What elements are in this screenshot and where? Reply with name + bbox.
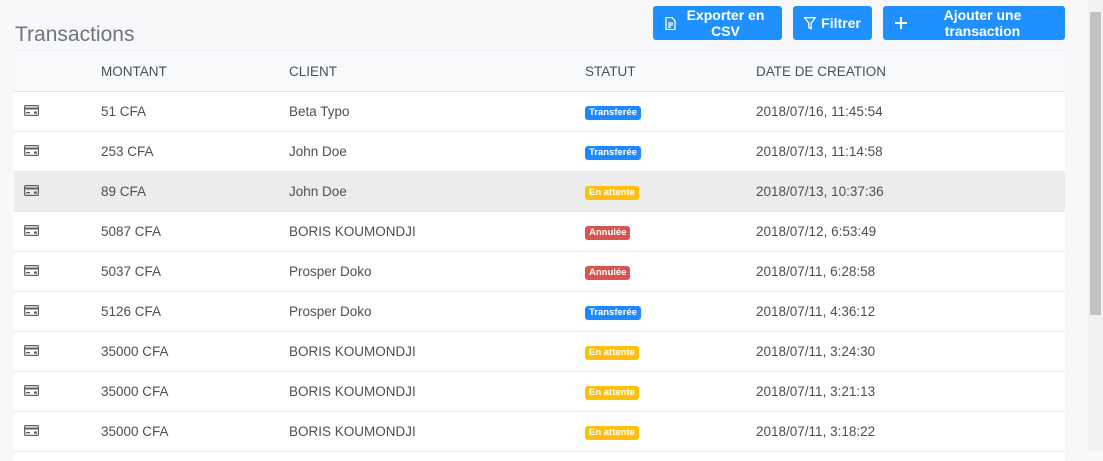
cell-client: Prosper Doko (289, 264, 372, 279)
table-row[interactable]: 89 CFA John Doe En attente 2018/07/13, 10:3… (14, 172, 1065, 212)
cell-client: BORIS KOUMONDJI (289, 384, 416, 399)
export-csv-label: Exporter en CSV (686, 7, 765, 39)
credit-card-icon (24, 384, 40, 399)
table-row[interactable]: 5126 CFA Prosper Doko Transferée 2018/07/11… (14, 292, 1065, 332)
cell-client: John Doe (289, 184, 347, 199)
page-title: Transactions (15, 23, 135, 47)
header-montant[interactable]: MONTANT (101, 64, 289, 79)
filter-icon (804, 16, 817, 30)
table-row[interactable]: 35000 CFA BORIS KOUMONDJI En attente 2018/0… (14, 372, 1065, 412)
cell-amount: 89 CFA (101, 184, 147, 199)
cell-client: BORIS KOUMONDJI (289, 344, 416, 359)
cell-date: 2018/07/13, 10:37:36 (756, 184, 884, 199)
cell-date: 2018/07/16, 11:45:54 (756, 104, 883, 119)
scrollbar[interactable] (1088, 0, 1103, 451)
add-transaction-button[interactable]: Ajouter une transaction (883, 6, 1065, 40)
cell-amount: 35000 CFA (101, 384, 169, 399)
status-badge: En attente (585, 386, 639, 400)
status-badge: En attente (585, 346, 639, 360)
credit-card-icon (24, 264, 40, 279)
plus-icon (895, 17, 907, 29)
cell-date: 2018/07/13, 11:14:58 (756, 144, 883, 159)
credit-card-icon (24, 344, 40, 359)
table-row[interactable]: 51 CFA Beta Typo Transferée 2018/07/16, 11:… (14, 92, 1065, 132)
cell-amount: 35000 CFA (101, 344, 169, 359)
table-header: MONTANT CLIENT STATUT DATE DE CREATION (14, 51, 1065, 92)
cell-amount: 5087 CFA (101, 224, 162, 239)
cell-date: 2018/07/11, 3:18:22 (756, 424, 876, 439)
credit-card-icon (24, 424, 40, 439)
table-row[interactable]: 35000 CFA BORIS KOUMONDJI En attente 2018/0… (14, 332, 1065, 372)
header-statut[interactable]: STATUT (585, 64, 756, 79)
cell-client: Beta Typo (289, 104, 350, 119)
credit-card-icon (24, 304, 40, 319)
credit-card-icon (24, 184, 40, 199)
filter-button[interactable]: Filtrer (793, 6, 872, 40)
add-transaction-label: Ajouter une transaction (943, 7, 1022, 39)
cell-client: BORIS KOUMONDJI (289, 224, 416, 239)
cell-date: 2018/07/11, 3:21:13 (756, 384, 876, 399)
cell-client: Prosper Doko (289, 304, 372, 319)
transactions-table: MONTANT CLIENT STATUT DATE DE CREATION 5… (14, 50, 1065, 461)
cell-date: 2018/07/11, 4:36:12 (756, 304, 876, 319)
table-row[interactable]: 5087 CFA BORIS KOUMONDJI Annulée 2018/07/12… (14, 212, 1065, 252)
table-row[interactable]: 5037 CFA Prosper Doko Annulée 2018/07/11, 6… (14, 252, 1065, 292)
cell-client: John Doe (289, 144, 347, 159)
status-badge: Transferée (585, 306, 642, 320)
cell-date: 2018/07/11, 3:24:30 (756, 344, 876, 359)
table-row[interactable]: 35000 CFA BORIS KOUMONDJI En attente 2018/0… (14, 412, 1065, 452)
status-badge: Annulée (585, 226, 631, 240)
cell-amount: 35000 CFA (101, 424, 169, 439)
cell-date: 2018/07/12, 6:53:49 (756, 224, 877, 239)
cell-amount: 5037 CFA (101, 264, 162, 279)
header-client[interactable]: CLIENT (289, 64, 585, 79)
cell-amount: 51 CFA (101, 104, 147, 119)
table-body: 51 CFA Beta Typo Transferée 2018/07/16, 11:… (14, 92, 1065, 452)
credit-card-icon (24, 144, 40, 159)
credit-card-icon (24, 104, 40, 119)
credit-card-icon (24, 224, 40, 239)
filter-label: Filtrer (821, 15, 861, 31)
status-badge: Transferée (585, 106, 642, 120)
status-badge: Transferée (585, 146, 642, 160)
status-badge: Annulée (585, 266, 631, 280)
table-row[interactable]: 253 CFA John Doe Transferée 2018/07/13, 11:… (14, 132, 1065, 172)
cell-date: 2018/07/11, 6:28:58 (756, 264, 876, 279)
cell-amount: 253 CFA (101, 144, 154, 159)
cell-client: BORIS KOUMONDJI (289, 424, 416, 439)
export-csv-button[interactable]: Exporter en CSV (653, 6, 782, 40)
scrollbar-thumb[interactable] (1090, 12, 1101, 315)
cell-amount: 5126 CFA (101, 304, 162, 319)
file-icon (665, 16, 676, 30)
header-date[interactable]: DATE DE CREATION (756, 64, 1065, 79)
toolbar: Exporter en CSV Filtrer Ajouter une tran… (653, 6, 1065, 40)
status-badge: En attente (585, 426, 639, 440)
status-badge: En attente (585, 186, 639, 200)
